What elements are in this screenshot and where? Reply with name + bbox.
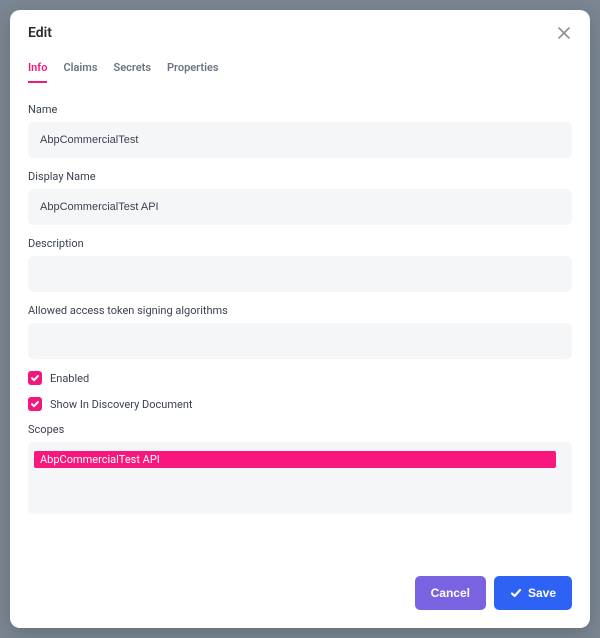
- close-icon: [556, 25, 572, 41]
- modal-header: Edit: [10, 10, 590, 47]
- description-input[interactable]: [28, 256, 572, 292]
- modal-footer: Cancel Save: [10, 564, 590, 628]
- discovery-row: Show In Discovery Document: [28, 397, 572, 411]
- check-icon: [30, 399, 40, 409]
- tab-bar: Info Claims Secrets Properties: [10, 47, 590, 83]
- enabled-label: Enabled: [50, 372, 89, 385]
- name-label: Name: [28, 103, 572, 116]
- modal-title: Edit: [28, 25, 52, 41]
- algorithms-input[interactable]: [28, 323, 572, 359]
- save-label: Save: [528, 586, 556, 600]
- tab-info[interactable]: Info: [28, 57, 47, 82]
- name-input[interactable]: [28, 122, 572, 158]
- scopes-select[interactable]: AbpCommercialTest API: [28, 442, 572, 514]
- enabled-row: Enabled: [28, 371, 572, 385]
- check-icon: [30, 373, 40, 383]
- scope-option-selected[interactable]: AbpCommercialTest API: [34, 451, 556, 468]
- discovery-checkbox[interactable]: [28, 397, 42, 411]
- description-label: Description: [28, 237, 572, 250]
- tab-properties[interactable]: Properties: [167, 57, 219, 82]
- scrollbar[interactable]: [564, 446, 570, 510]
- edit-modal: Edit Info Claims Secrets Properties Name…: [10, 10, 590, 628]
- algorithms-label: Allowed access token signing algorithms: [28, 304, 572, 317]
- tab-secrets[interactable]: Secrets: [113, 57, 151, 82]
- display-name-label: Display Name: [28, 170, 572, 183]
- modal-body: Name Display Name Description Allowed ac…: [10, 83, 590, 564]
- enabled-checkbox[interactable]: [28, 371, 42, 385]
- tab-claims[interactable]: Claims: [63, 57, 97, 82]
- display-name-input[interactable]: [28, 189, 572, 225]
- cancel-button[interactable]: Cancel: [415, 576, 486, 610]
- check-icon: [510, 587, 522, 599]
- discovery-label: Show In Discovery Document: [50, 398, 193, 411]
- close-button[interactable]: [556, 25, 572, 41]
- save-button[interactable]: Save: [494, 576, 572, 610]
- scopes-label: Scopes: [28, 423, 572, 436]
